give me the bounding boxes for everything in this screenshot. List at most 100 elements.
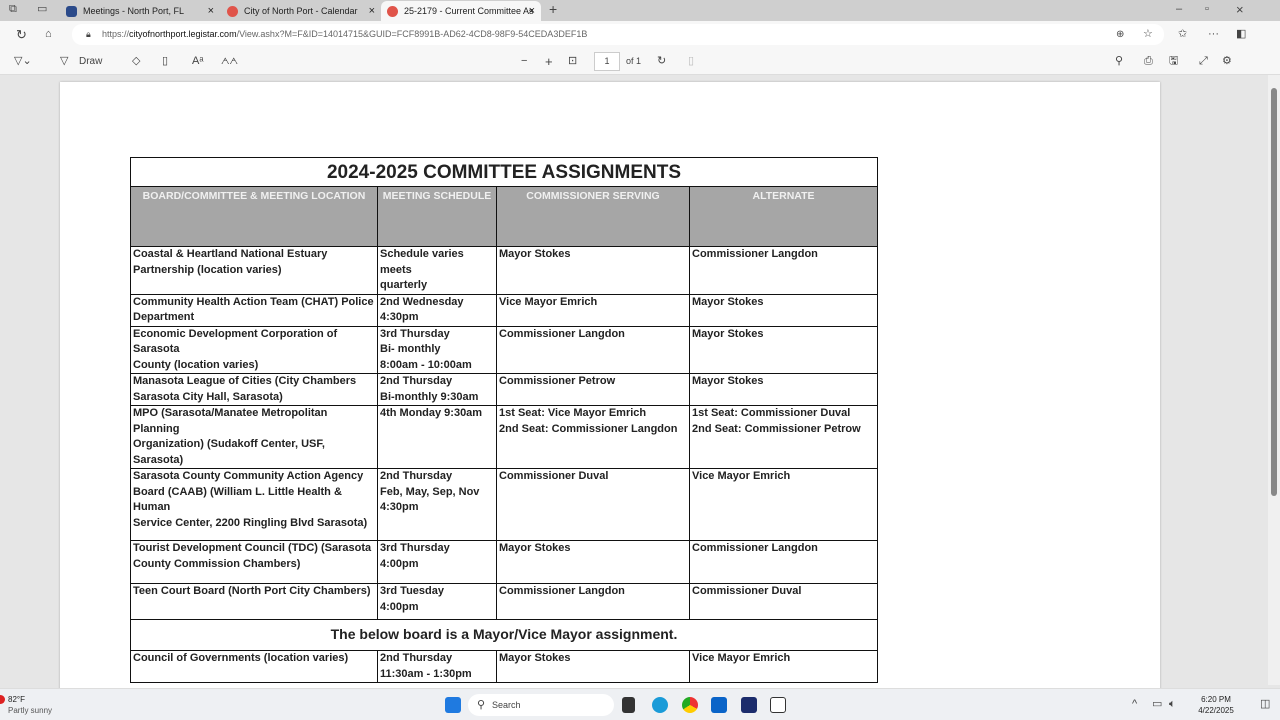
- task-view-icon[interactable]: [622, 697, 635, 713]
- print-icon[interactable]: ⎙: [1144, 48, 1153, 75]
- more-icon[interactable]: ···: [1208, 21, 1219, 48]
- commissioner-cell: Mayor Stokes: [496, 540, 690, 584]
- tab-label: City of North Port - Calendar: [244, 6, 358, 16]
- close-tab-icon[interactable]: ×: [208, 5, 214, 17]
- commissioner-cell: Commissioner Langdon: [496, 325, 690, 374]
- chrome-icon[interactable]: [682, 697, 698, 713]
- fullscreen-icon[interactable]: ⤢: [1199, 48, 1208, 75]
- app-icon[interactable]: [741, 697, 757, 713]
- zoom-icon[interactable]: ⊕: [1116, 21, 1124, 48]
- taskbar-search[interactable]: Search: [468, 694, 614, 716]
- tab-meetings[interactable]: Meetings - North Port, FL ×: [60, 1, 220, 21]
- favorites-icon[interactable]: ✩: [1178, 21, 1187, 48]
- page-number-input[interactable]: 1: [594, 52, 620, 71]
- ndi-icon[interactable]: [770, 697, 786, 713]
- minimize-button[interactable]: –: [1176, 0, 1182, 23]
- close-window-button[interactable]: ×: [1236, 0, 1244, 23]
- commissioner-cell: Commissioner Langdon: [496, 583, 690, 620]
- weather-icon: [0, 695, 5, 704]
- page-view-icon[interactable]: ▯: [162, 48, 168, 75]
- start-icon[interactable]: [445, 697, 461, 713]
- schedule-cell: 2nd Thursday Bi-monthly 9:30am: [377, 373, 497, 406]
- pdf-toolbar: ▽⌄ ▽ Draw ◇ ▯ Aᵃ ᗅᗅ − + ⊡ 1 of 1 ↻ ▯ ⚲ ⎙…: [0, 48, 1280, 75]
- commissioner-cell: 1st Seat: Vice Mayor Emrich 2nd Seat: Co…: [496, 405, 690, 469]
- highlight-icon[interactable]: ▽⌄: [14, 48, 32, 75]
- workspaces-icon[interactable]: ⧉: [9, 0, 17, 23]
- address-bar-row: ↻ ⌂ https://cityofnorthport.legistar.com…: [0, 21, 1280, 48]
- show-hidden-icons[interactable]: ^: [1132, 691, 1137, 718]
- search-icon: ⚲: [477, 699, 486, 711]
- volume-icon[interactable]: 🔈︎: [1169, 691, 1176, 718]
- new-tab-button[interactable]: +: [549, 0, 557, 23]
- url-domain: cityofnorthport.legistar.com: [129, 29, 237, 39]
- fit-page-icon[interactable]: ⊡: [568, 48, 577, 75]
- tab-calendar[interactable]: City of North Port - Calendar ×: [221, 1, 381, 21]
- schedule-cell: 4th Monday 9:30am: [377, 405, 497, 469]
- url-input[interactable]: https://cityofnorthport.legistar.com/Vie…: [72, 24, 1164, 45]
- alternate-cell: Mayor Stokes: [689, 293, 878, 327]
- temperature[interactable]: 82°F: [8, 695, 25, 704]
- url-prefix: https://: [102, 29, 130, 39]
- close-tab-icon[interactable]: ×: [529, 5, 535, 17]
- alternate-cell: Commissioner Duval: [689, 583, 878, 620]
- committee-table: 2024-2025 COMMITTEE ASSIGNMENTS BOARD/CO…: [130, 157, 878, 683]
- favorite-star-icon[interactable]: ☆: [1143, 21, 1153, 48]
- network-icon[interactable]: ▭: [1152, 691, 1162, 718]
- weather-text[interactable]: Partly sunny: [8, 706, 52, 715]
- column-header: BOARD/COMMITTEE & MEETING LOCATION: [130, 186, 378, 247]
- schedule-cell: Schedule varies meets quarterly: [377, 246, 497, 295]
- alternate-cell: Commissioner Langdon: [689, 540, 878, 584]
- tab-actions-icon[interactable]: ▭: [37, 0, 47, 23]
- commissioner-cell: Vice Mayor Emrich: [496, 293, 690, 327]
- scrollbar[interactable]: [1268, 75, 1280, 685]
- notifications-icon[interactable]: ◫: [1260, 691, 1270, 718]
- settings-icon[interactable]: ⚙: [1222, 48, 1232, 75]
- alternate-cell: Mayor Stokes: [689, 373, 878, 406]
- title-row: 2024-2025 COMMITTEE ASSIGNMENTS: [130, 157, 878, 187]
- alternate-cell: Vice Mayor Emrich: [689, 650, 878, 683]
- draw-icon[interactable]: ▽: [60, 48, 68, 75]
- sidebar-icon[interactable]: ◧: [1236, 21, 1246, 48]
- header-row: BOARD/COMMITTEE & MEETING LOCATION MEETI…: [130, 186, 878, 247]
- restore-button[interactable]: ▫: [1205, 0, 1209, 23]
- column-header: ALTERNATE: [689, 186, 878, 247]
- lock-icon: 🔒︎: [86, 29, 91, 39]
- alternate-cell: 1st Seat: Commissioner Duval 2nd Seat: C…: [689, 405, 878, 469]
- zoom-in-icon[interactable]: +: [545, 48, 553, 75]
- commissioner-cell: Commissioner Duval: [496, 468, 690, 541]
- draw-button[interactable]: Draw: [79, 48, 102, 75]
- close-tab-icon[interactable]: ×: [369, 5, 375, 17]
- immersive-reader-icon[interactable]: ᗅᗅ: [221, 48, 238, 75]
- refresh-icon[interactable]: ↻: [16, 21, 27, 48]
- clock-date[interactable]: 4/22/2025: [1191, 706, 1241, 715]
- committee-cell: Teen Court Board (North Port City Chambe…: [130, 583, 378, 620]
- outlook-icon[interactable]: [711, 697, 727, 713]
- tab-label: Meetings - North Port, FL: [83, 6, 185, 16]
- scrollbar-thumb[interactable]: [1271, 88, 1277, 496]
- pdf-page: 2024-2025 COMMITTEE ASSIGNMENTS BOARD/CO…: [60, 82, 1160, 692]
- clock-time[interactable]: 6:20 PM: [1196, 695, 1236, 704]
- committee-cell: Community Health Action Team (CHAT) Poli…: [130, 293, 378, 327]
- commissioner-cell: Commissioner Petrow: [496, 373, 690, 406]
- table-row: Coastal & Heartland National Estuary Par…: [130, 246, 878, 295]
- committee-cell: MPO (Sarasota/Manatee Metropolitan Plann…: [130, 405, 378, 469]
- note-row: The below board is a Mayor/Vice Mayor as…: [130, 619, 878, 651]
- two-page-icon: ▯: [688, 55, 695, 67]
- read-aloud-icon[interactable]: Aᵃ: [192, 48, 203, 75]
- committee-cell: Tourist Development Council (TDC) (Saras…: [130, 540, 378, 584]
- find-icon[interactable]: ⚲: [1115, 48, 1123, 75]
- save-icon[interactable]: 🖫︎: [1169, 48, 1178, 75]
- edge-icon[interactable]: [652, 697, 668, 713]
- zoom-out-icon[interactable]: −: [521, 48, 527, 75]
- rotate-icon[interactable]: ↻: [657, 48, 666, 75]
- table-row: Tourist Development Council (TDC) (Saras…: [130, 540, 878, 584]
- tab-committee[interactable]: 25-2179 - Current Committee As ×: [381, 1, 541, 21]
- home-icon[interactable]: ⌂: [45, 21, 52, 48]
- table-row: MPO (Sarasota/Manatee Metropolitan Plann…: [130, 405, 878, 469]
- column-header: COMMISSIONER SERVING: [496, 186, 690, 247]
- search-placeholder: Search: [492, 700, 521, 710]
- committee-cell: Council of Governments (location varies): [130, 650, 378, 683]
- document-title: 2024-2025 COMMITTEE ASSIGNMENTS: [130, 157, 878, 187]
- schedule-cell: 3rd Thursday Bi- monthly 8:00am - 10:00a…: [377, 325, 497, 374]
- eraser-icon[interactable]: ◇: [132, 48, 140, 75]
